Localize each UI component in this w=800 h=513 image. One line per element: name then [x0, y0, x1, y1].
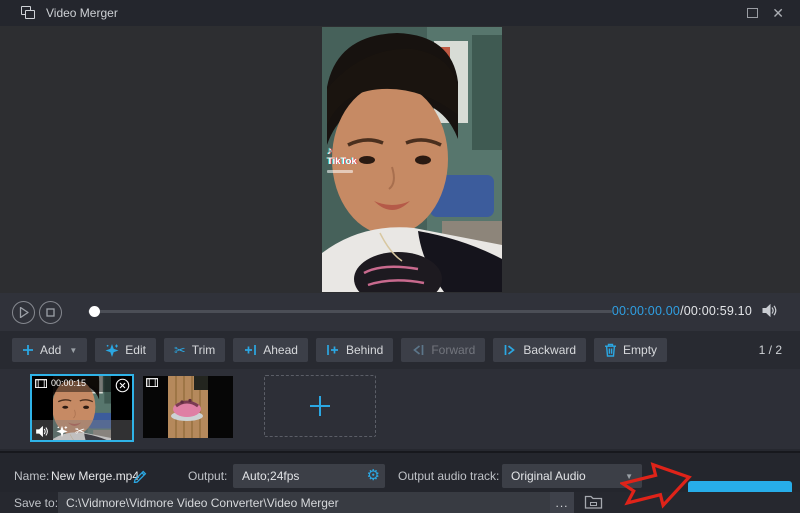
clip-1-selected[interactable]: 00:00:15 ✂ — [30, 374, 134, 442]
maximize-icon[interactable] — [747, 8, 758, 18]
window-title: Video Merger — [46, 6, 118, 20]
tiktok-watermark: ♪ TikTok — [327, 145, 357, 173]
empty-label: Empty — [623, 343, 657, 357]
stop-button[interactable] — [39, 301, 62, 324]
move-forward-icon — [411, 343, 425, 357]
gear-icon[interactable]: ⚙ — [367, 466, 380, 486]
clip-timeline: 00:00:15 ✂ — [0, 369, 800, 449]
annotation-arrow — [620, 458, 696, 512]
forward-label: Forward — [431, 343, 475, 357]
clip-mute-icon[interactable] — [36, 426, 49, 437]
behind-button[interactable]: Behind — [316, 338, 393, 362]
close-icon[interactable]: ✕ — [772, 6, 784, 20]
behind-label: Behind — [346, 343, 383, 357]
page-indicator: 1 / 2 — [759, 343, 782, 357]
clip-toolbar: Add ▼ Edit ✂ Trim Ahead Behind Forward B… — [0, 331, 800, 369]
ahead-label: Ahead — [263, 343, 298, 357]
tiktok-username — [327, 170, 353, 173]
clip-1-duration: 00:00:15 — [51, 378, 86, 388]
insert-ahead-icon — [243, 343, 257, 357]
app-logo-icon — [21, 6, 37, 20]
move-backward-icon — [503, 343, 517, 357]
save-path-field[interactable]: C:\Vidmore\Vidmore Video Converter\Video… — [58, 492, 550, 513]
clip-edit-icon[interactable] — [56, 425, 68, 437]
clip-2[interactable] — [143, 376, 233, 438]
video-frame: ♪ TikTok — [322, 27, 502, 292]
edit-label: Edit — [125, 343, 146, 357]
clip-remove-icon[interactable] — [115, 378, 130, 393]
add-label: Add — [40, 343, 61, 357]
trim-button[interactable]: ✂ Trim — [164, 338, 225, 362]
output-format-field[interactable]: Auto;24fps ⚙ — [233, 464, 385, 488]
clip-1-meta: 00:00:15 — [35, 378, 86, 388]
save-path-value: C:\Vidmore\Vidmore Video Converter\Video… — [66, 496, 339, 510]
total-time: /00:00:59.10 — [680, 304, 752, 318]
save-to-label: Save to: — [14, 496, 58, 510]
volume-icon[interactable] — [762, 304, 778, 317]
video-merger-window: Video Merger ✕ ♪ TikTok 00:00:00.00/00: — [0, 0, 800, 513]
rename-pencil-icon[interactable] — [132, 467, 148, 483]
time-display: 00:00:00.00/00:00:59.10 — [612, 304, 752, 318]
chevron-down-icon: ▼ — [69, 346, 77, 355]
browse-button[interactable]: ... — [550, 492, 574, 513]
trim-label: Trim — [192, 343, 216, 357]
add-clip-slot[interactable] — [264, 375, 376, 437]
play-button[interactable] — [12, 301, 35, 324]
insert-behind-icon — [326, 343, 340, 357]
backward-label: Backward — [523, 343, 576, 357]
film-icon — [35, 379, 47, 388]
backward-button[interactable]: Backward — [493, 338, 586, 362]
preview-area: ♪ TikTok — [0, 26, 800, 293]
audio-track-label: Output audio track: — [398, 469, 499, 483]
name-label: Name: — [14, 469, 49, 483]
clip-trim-icon[interactable]: ✂ — [75, 425, 85, 437]
trash-icon — [604, 343, 617, 357]
seek-slider[interactable] — [88, 310, 612, 313]
title-bar: Video Merger ✕ — [0, 0, 800, 26]
playback-bar: 00:00:00.00/00:00:59.10 — [0, 293, 800, 331]
plus-icon — [307, 393, 333, 419]
ahead-button[interactable]: Ahead — [233, 338, 308, 362]
current-time: 00:00:00.00 — [612, 304, 680, 318]
magic-wand-icon — [105, 343, 119, 357]
output-format-value: Auto;24fps — [242, 469, 299, 483]
add-button[interactable]: Add ▼ — [12, 338, 87, 362]
output-label: Output: — [188, 469, 227, 483]
film-icon — [146, 378, 158, 387]
plus-icon — [22, 344, 34, 356]
audio-track-value: Original Audio — [511, 469, 586, 483]
tiktok-brand: TikTok — [327, 157, 357, 167]
scissors-icon: ✂ — [174, 343, 186, 357]
empty-button[interactable]: Empty — [594, 338, 667, 362]
seek-handle[interactable] — [89, 306, 100, 317]
clip-2-thumbnail — [168, 376, 208, 438]
open-folder-icon[interactable] — [584, 494, 603, 510]
forward-button[interactable]: Forward — [401, 338, 485, 362]
edit-button[interactable]: Edit — [95, 338, 156, 362]
name-value: New Merge.mp4 — [51, 469, 139, 483]
